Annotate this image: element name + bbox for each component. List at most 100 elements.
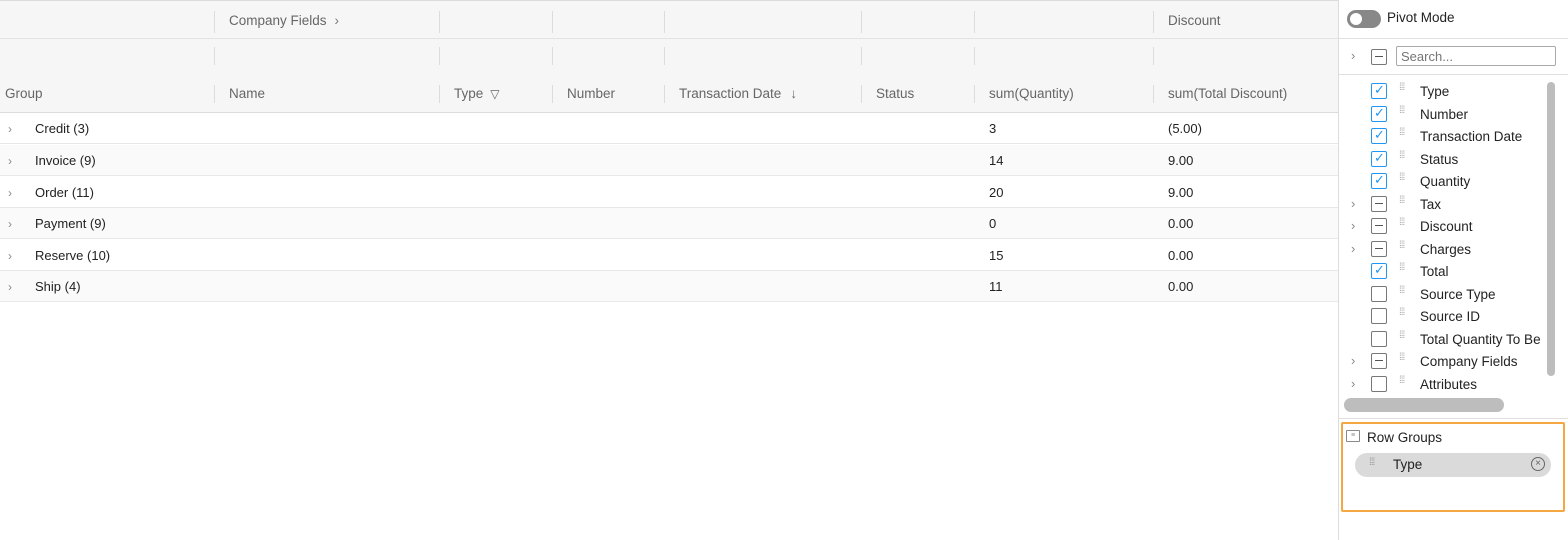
select-all-checkbox[interactable]: [1371, 49, 1387, 65]
column-label: Tax: [1420, 197, 1442, 212]
drag-handle-icon[interactable]: ⁞⁞⁞: [1399, 196, 1411, 208]
row-groups-icon: ≡: [1346, 430, 1360, 442]
quantity-cell: 11: [989, 279, 1003, 294]
discount-cell: 0.00: [1168, 248, 1194, 263]
columns-tool-panel: Pivot Mode › ⁞⁞⁞ Type ⁞⁞⁞ Number ⁞⁞⁞ Tra…: [1338, 0, 1568, 540]
column-checkbox[interactable]: [1371, 82, 1387, 99]
column-checkbox[interactable]: [1371, 353, 1387, 369]
column-header-sum-total-discount[interactable]: sum(Total Discount): [1168, 86, 1287, 101]
group-cell: Ship (4): [35, 279, 81, 294]
table-row[interactable]: › Payment (9) 0 0.00: [0, 208, 1338, 239]
column-label: Charges: [1420, 242, 1472, 257]
column-checkbox[interactable]: [1371, 127, 1387, 144]
column-header-transaction-date[interactable]: Transaction Date ↓: [679, 86, 797, 101]
discount-cell: 9.00: [1168, 153, 1194, 168]
column-label: Status: [1420, 152, 1459, 167]
column-label: Attributes: [1420, 377, 1478, 392]
expand-chevron-icon[interactable]: ›: [8, 249, 20, 263]
table-row[interactable]: › Invoice (9) 14 9.00: [0, 145, 1338, 176]
drag-handle-icon[interactable]: ⁞⁞⁞: [1399, 218, 1411, 230]
column-label: Source Type: [1420, 287, 1496, 302]
column-label: Source ID: [1420, 309, 1481, 324]
group-cell: Credit (3): [35, 121, 90, 136]
table-row[interactable]: › Order (11) 20 9.00: [0, 177, 1338, 208]
discount-cell: 0.00: [1168, 279, 1194, 294]
column-checkbox[interactable]: [1371, 286, 1387, 302]
vertical-scrollbar[interactable]: [1547, 82, 1555, 376]
horizontal-scrollbar[interactable]: [1344, 398, 1504, 412]
column-header-transaction-date-label: Transaction Date: [679, 86, 782, 101]
column-checkbox[interactable]: [1371, 150, 1387, 167]
remove-circle-icon[interactable]: ×: [1531, 457, 1545, 471]
quantity-cell: 14: [989, 153, 1004, 168]
discount-cell: 9.00: [1168, 185, 1194, 200]
drag-handle-icon[interactable]: ⁞⁞⁞: [1399, 376, 1411, 388]
group-cell: Order (11): [35, 185, 94, 200]
column-label: Company Fields: [1420, 354, 1518, 369]
column-checkbox[interactable]: [1371, 262, 1387, 279]
filter-icon: ▽: [490, 86, 500, 101]
column-checkbox[interactable]: [1371, 331, 1387, 347]
column-checkbox[interactable]: [1371, 308, 1387, 324]
drag-handle-icon[interactable]: ⁞⁞⁞: [1399, 331, 1411, 343]
discount-cell: (5.00): [1168, 121, 1202, 136]
row-group-chip[interactable]: ⁞⁞⁞ Type ×: [1355, 453, 1551, 477]
header-group-company-fields[interactable]: Company Fields ›: [229, 13, 339, 28]
expand-group-chevron-icon[interactable]: ›: [1351, 376, 1355, 391]
drag-handle-icon[interactable]: ⁞⁞⁞: [1399, 353, 1411, 365]
column-header-type[interactable]: Type ▽: [454, 86, 500, 101]
expand-all-chevron-icon[interactable]: ›: [1351, 48, 1355, 63]
row-groups-title: Row Groups: [1367, 430, 1443, 445]
drag-handle-icon[interactable]: ⁞⁞⁞: [1399, 83, 1411, 95]
quantity-cell: 20: [989, 185, 1004, 200]
expand-group-chevron-icon[interactable]: ›: [1351, 241, 1355, 256]
chevron-right-icon[interactable]: ›: [335, 13, 340, 28]
column-label: Transaction Date: [1420, 129, 1523, 144]
drag-handle-icon[interactable]: ⁞⁞⁞: [1399, 151, 1411, 163]
header-group-discount: Discount: [1168, 13, 1221, 28]
row-groups-drop-zone[interactable]: ≡ Row Groups ⁞⁞⁞ Type ×: [1341, 422, 1565, 512]
column-label: Type: [1420, 84, 1450, 99]
quantity-cell: 15: [989, 248, 1004, 263]
column-header-group[interactable]: Group: [5, 86, 43, 101]
drag-handle-icon[interactable]: ⁞⁞⁞: [1399, 128, 1411, 140]
drag-handle-icon[interactable]: ⁞⁞⁞: [1399, 263, 1411, 275]
column-header-row: [0, 75, 1338, 113]
column-label: Quantity: [1420, 174, 1471, 189]
expand-chevron-icon[interactable]: ›: [8, 122, 20, 136]
column-checkbox[interactable]: [1371, 172, 1387, 189]
expand-group-chevron-icon[interactable]: ›: [1351, 196, 1355, 211]
column-label: Total: [1420, 264, 1449, 279]
column-checkbox[interactable]: [1371, 241, 1387, 257]
expand-chevron-icon[interactable]: ›: [8, 154, 20, 168]
column-header-sum-quantity[interactable]: sum(Quantity): [989, 86, 1074, 101]
table-row[interactable]: › Credit (3) 3 (5.00): [0, 113, 1338, 144]
quantity-cell: 0: [989, 216, 997, 231]
pivot-mode-label: Pivot Mode: [1387, 10, 1455, 25]
table-row[interactable]: › Reserve (10) 15 0.00: [0, 240, 1338, 271]
drag-handle-icon[interactable]: ⁞⁞⁞: [1399, 286, 1411, 298]
column-checkbox[interactable]: [1371, 376, 1387, 392]
drag-handle-icon[interactable]: ⁞⁞⁞: [1399, 241, 1411, 253]
expand-chevron-icon[interactable]: ›: [8, 280, 20, 294]
drag-handle-icon[interactable]: ⁞⁞⁞: [1399, 106, 1411, 118]
header-group-company-fields-label: Company Fields: [229, 13, 327, 28]
column-label: Discount: [1420, 219, 1473, 234]
expand-chevron-icon[interactable]: ›: [8, 217, 20, 231]
drag-handle-icon[interactable]: ⁞⁞⁞: [1399, 308, 1411, 320]
column-checkbox[interactable]: [1371, 196, 1387, 212]
expand-group-chevron-icon[interactable]: ›: [1351, 218, 1355, 233]
column-checkbox[interactable]: [1371, 218, 1387, 234]
column-header-name[interactable]: Name: [229, 86, 265, 101]
drag-handle-icon[interactable]: ⁞⁞⁞: [1399, 173, 1411, 185]
drag-handle-icon[interactable]: ⁞⁞⁞: [1369, 458, 1375, 468]
column-header-number[interactable]: Number: [567, 86, 615, 101]
table-row[interactable]: › Ship (4) 11 0.00: [0, 271, 1338, 302]
expand-chevron-icon[interactable]: ›: [8, 186, 20, 200]
group-cell: Payment (9): [35, 216, 106, 231]
expand-group-chevron-icon[interactable]: ›: [1351, 353, 1355, 368]
column-header-status[interactable]: Status: [876, 86, 914, 101]
column-search-input[interactable]: [1396, 46, 1556, 66]
column-checkbox[interactable]: [1371, 105, 1387, 122]
pivot-mode-toggle[interactable]: [1347, 10, 1381, 28]
